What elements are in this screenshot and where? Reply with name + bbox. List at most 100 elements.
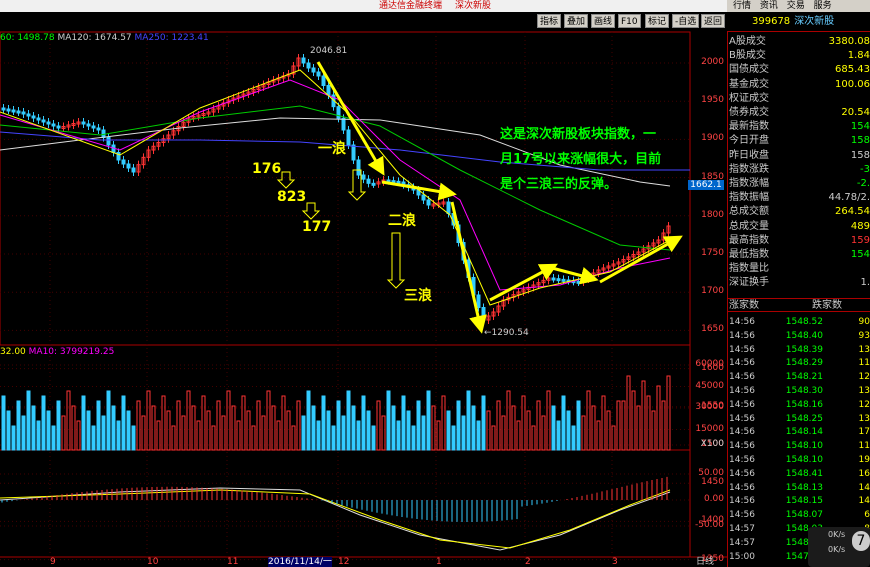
tick-count: 6	[864, 510, 870, 521]
tick-count: 90	[858, 317, 870, 327]
stat-row: A股成交 3380.08	[728, 36, 870, 48]
tick-time: 14:56	[729, 468, 755, 479]
stat-value: 100.06	[835, 78, 870, 90]
analysis-note: 这是深次新股板块指数，一 月17号以来涨幅很大，目前 是个三浪三的反弹。	[500, 122, 661, 197]
volume-bar	[146, 390, 151, 451]
tick-price: 1548.52	[785, 317, 823, 327]
menu-service[interactable]: 服务	[814, 1, 832, 11]
period-label[interactable]: 日线	[696, 557, 714, 567]
tick-row: 14:56 1548.25 13	[728, 414, 870, 425]
x-label-feb: 2	[525, 557, 531, 567]
volume-bar	[361, 395, 366, 451]
volume-bar	[596, 420, 601, 451]
volume-bar	[261, 415, 266, 451]
volume-bar	[476, 420, 481, 451]
net-speed-widget[interactable]: 0K/s 0K/s 7	[808, 527, 870, 567]
menu-info[interactable]: 资讯	[760, 1, 778, 11]
low-label: ←1290.54	[484, 328, 529, 338]
tick-row: 14:56 1548.10 11	[728, 441, 870, 452]
volume-bar	[46, 410, 51, 451]
volume-bar	[556, 420, 561, 451]
volume-bar	[76, 420, 81, 451]
candle-body	[6, 108, 11, 112]
stat-label: 总成交额	[729, 206, 769, 218]
stat-row: 指数量比	[728, 263, 870, 275]
price-tick-1900: 1900	[701, 133, 724, 144]
macd-dif-line	[0, 487, 671, 551]
menu-quote[interactable]: 行情	[733, 1, 751, 11]
tick-time: 14:56	[729, 441, 755, 452]
note-line-2: 月17号以来涨幅很大，目前	[500, 152, 662, 167]
stat-label: 指数涨跌	[729, 163, 769, 175]
stat-row: 最新指数 154	[728, 121, 870, 133]
tick-price: 1548.13	[785, 482, 823, 493]
stat-row: 指数振幅 44.78/2.	[728, 192, 870, 204]
tick-row: 14:56 1548.15 14	[728, 496, 870, 507]
volume-bar	[416, 400, 421, 451]
stat-label: B股成交	[729, 50, 766, 62]
volume-bar	[396, 420, 401, 451]
volume-bar	[391, 405, 396, 451]
stat-row: 昨日收盘 158	[728, 150, 870, 162]
tick-price: 1548.25	[785, 413, 823, 424]
stat-row: B股成交 1.84	[728, 50, 870, 62]
tick-count: 16	[858, 468, 870, 479]
candle-body	[41, 119, 46, 123]
candle-body	[446, 201, 451, 214]
speed-badge: 7	[852, 531, 870, 551]
stat-row: 权证成交	[728, 93, 870, 105]
right-menu: 行情 资讯 交易 服务	[727, 0, 870, 12]
volume-bar	[226, 390, 231, 451]
stat-label: 最高指数	[729, 234, 769, 246]
volume-bar	[246, 410, 251, 451]
volume-bar	[166, 410, 171, 451]
kline-chart[interactable]	[0, 0, 727, 567]
volume-bar	[186, 390, 191, 451]
volume-bar	[331, 425, 336, 451]
volume-bar	[11, 425, 16, 451]
tick-row: 14:56 1548.41 16	[728, 469, 870, 480]
volume-bar	[351, 405, 356, 451]
volume-bar	[451, 425, 456, 451]
stat-label: 指数量比	[729, 263, 769, 275]
volume-bar	[266, 390, 271, 451]
volume-bar	[666, 375, 671, 451]
volume-bar	[341, 415, 346, 451]
tick-time: 14:56	[729, 330, 755, 341]
stat-row: 今日开盘 158	[728, 135, 870, 147]
volume-bar	[561, 395, 566, 451]
candle-body	[86, 123, 91, 127]
volume-bar	[536, 400, 541, 451]
volume-bar	[301, 415, 306, 451]
volume-bar	[501, 415, 506, 451]
volume-bar	[286, 410, 291, 451]
volume-bar	[581, 415, 586, 451]
volume-bar	[191, 405, 196, 451]
candle-body	[106, 137, 111, 146]
tick-row: 14:56 1548.07 6	[728, 510, 870, 521]
stat-row: 总成交额 264.54	[728, 206, 870, 218]
volume-bar	[441, 395, 446, 451]
tick-price: 1548.21	[785, 372, 823, 383]
stat-label: 指数涨幅	[729, 178, 769, 189]
ma250-label: MA250: 1223.41	[134, 33, 209, 43]
tick-time: 14:57	[729, 537, 755, 548]
tick-time: 14:56	[729, 510, 755, 521]
volume-bar	[61, 415, 66, 451]
volume-bar	[471, 405, 476, 451]
volume-bar	[86, 410, 91, 451]
tick-time: 14:56	[729, 386, 755, 396]
volume-bar	[26, 390, 31, 451]
stat-row: 总成交量 489	[728, 221, 870, 233]
volume-bar	[566, 410, 571, 451]
tick-price: 1548.41	[785, 468, 823, 479]
wave1-label: 一浪	[318, 141, 346, 157]
tick-row: 14:56 1548.30 13	[728, 386, 870, 397]
tick-time: 14:56	[729, 317, 755, 327]
stat-value: 154	[850, 121, 870, 133]
candle-body	[366, 178, 371, 184]
candle-body	[321, 75, 326, 86]
menu-trade[interactable]: 交易	[787, 1, 805, 11]
volume-bar	[491, 425, 496, 451]
volume-bar	[651, 410, 656, 451]
